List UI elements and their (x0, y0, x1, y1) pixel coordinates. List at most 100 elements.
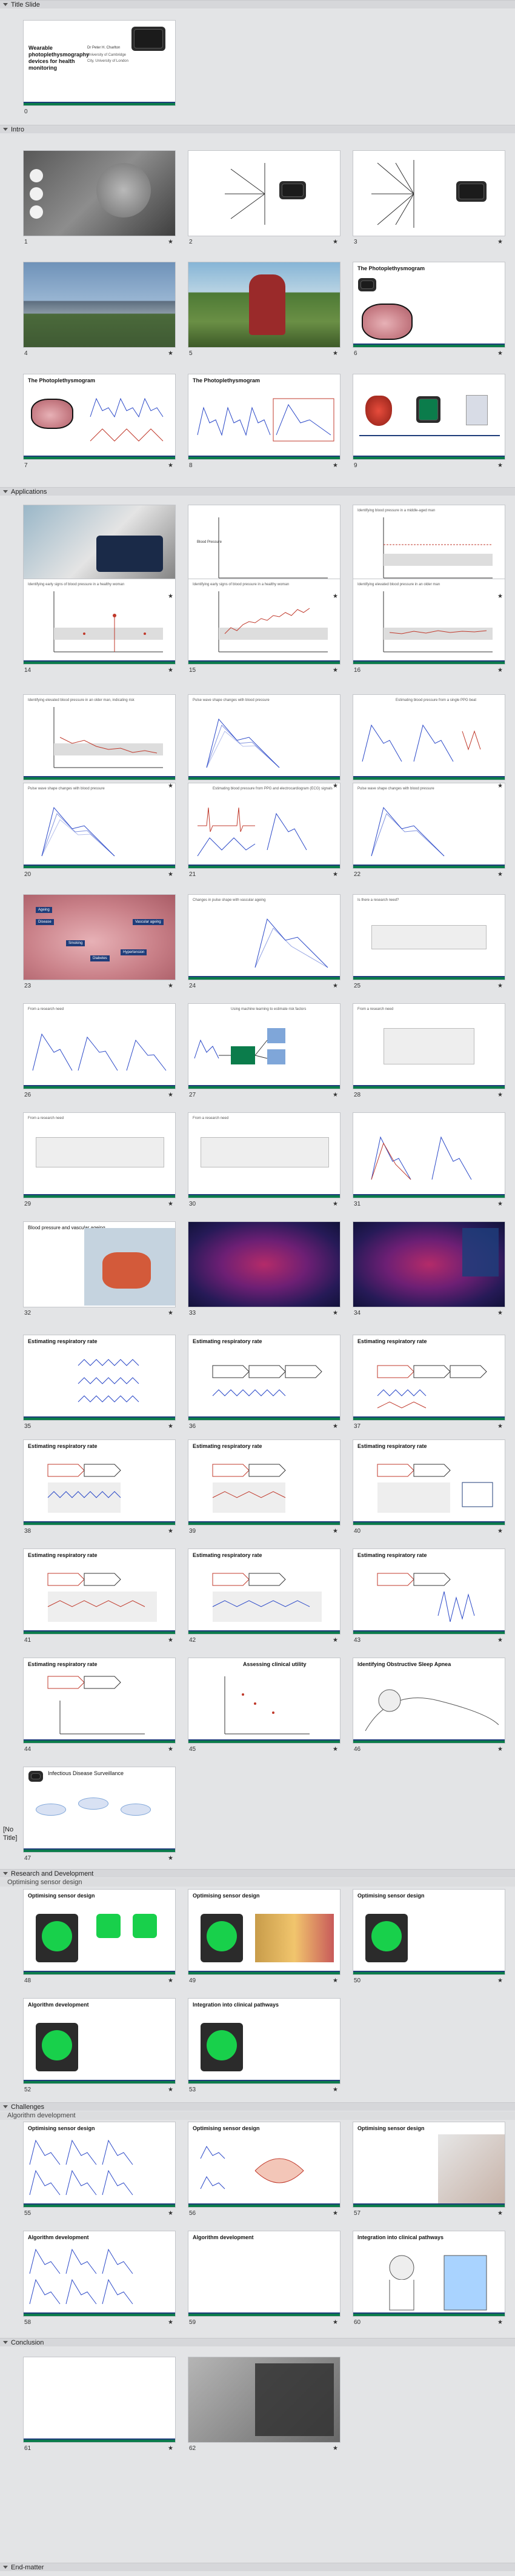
slide-thumbnail[interactable]: From a research need (23, 1003, 176, 1089)
ppg-waveform-grid (29, 2139, 133, 2196)
slide-thumbnail[interactable] (188, 150, 341, 236)
scatter-plot (224, 1676, 310, 1734)
slide-thumbnail[interactable] (188, 1221, 341, 1307)
slide-thumbnail[interactable]: Estimating respiratory rate (23, 1658, 176, 1744)
slide-thumbnail[interactable]: Identifying early signs of blood pressur… (188, 579, 341, 665)
slide-thumbnail[interactable]: Wearable photoplethysmography devices fo… (23, 20, 176, 106)
slide-thumbnail[interactable]: The Photoplethysmogram (188, 374, 341, 460)
slide-thumbnail[interactable]: Estimating respiratory rate (188, 1549, 341, 1635)
slide-number: 3 (354, 239, 357, 245)
section-header-intro[interactable]: Intro (0, 125, 515, 133)
animation-star-icon: ★ (333, 350, 338, 357)
slide-thumbnail[interactable]: Identifying blood pressure in a middle-a… (353, 505, 505, 591)
slide-thumbnail[interactable]: Algorithm development (23, 2231, 176, 2317)
slide-thumbnail[interactable]: Optimising sensor design (188, 2122, 341, 2208)
slide-thumbnail[interactable]: Ageing Disease Vascular ageing Smoking D… (23, 894, 176, 980)
slide-thumbnail[interactable]: The Photoplethysmogram (353, 262, 505, 348)
animation-star-icon: ★ (168, 2210, 173, 2217)
slide-thumbnail[interactable]: Optimising sensor design (23, 2122, 176, 2208)
section-header-title-slide[interactable]: Title Slide (0, 0, 515, 8)
slide-thumbnail[interactable]: Estimating respiratory rate (353, 1335, 505, 1421)
animation-star-icon: ★ (333, 1310, 338, 1316)
animation-star-icon: ★ (497, 1092, 503, 1098)
slide-number: 31 (354, 1201, 361, 1207)
section-header-conclusion[interactable]: Conclusion (0, 2338, 515, 2346)
slide-thumbnail[interactable]: Blood pressure and vascular ageing (23, 1221, 176, 1307)
slide-thumbnail[interactable]: Optimising sensor design (353, 2122, 505, 2208)
slide-thumbnail[interactable]: Estimating respiratory rate (23, 1439, 176, 1525)
smartwatch-image (456, 181, 487, 202)
slide-thumbnail[interactable] (188, 2357, 341, 2443)
tag-label: Disease (36, 919, 54, 925)
animation-star-icon: ★ (333, 667, 338, 674)
slide-thumbnail[interactable] (353, 1112, 505, 1198)
round-badge (30, 169, 43, 182)
subsection-header[interactable]: Optimising sensor design (0, 1878, 515, 1887)
slide-thumbnail[interactable]: Changes in pulse shape with vascular age… (188, 894, 341, 980)
animation-star-icon: ★ (168, 1855, 173, 1862)
slide-thumbnail[interactable]: Identifying elevated blood pressure in a… (353, 579, 505, 665)
slide-thumbnail[interactable]: Is there a research need? (353, 894, 505, 980)
algorithm-pipeline (377, 1573, 475, 1622)
sensor-icon (133, 1914, 157, 1938)
slide-thumbnail[interactable] (353, 374, 505, 460)
slide-thumbnail[interactable]: Estimating respiratory rate (188, 1335, 341, 1421)
slide-thumbnail[interactable]: Estimating blood pressure from a single … (353, 694, 505, 780)
slide-thumbnail[interactable]: Estimating respiratory rate (188, 1439, 341, 1525)
slide-thumbnail[interactable]: From a research need (353, 1003, 505, 1089)
slide-thumbnail[interactable] (23, 262, 176, 348)
slide-thumbnail[interactable]: From a research need (23, 1112, 176, 1198)
slide-number: 5 (189, 350, 193, 357)
ppg-waveform (371, 806, 445, 857)
slide-number: 49 (189, 1977, 196, 1984)
slide-number: 46 (354, 1746, 361, 1753)
subsection-header[interactable]: Algorithm development (0, 2111, 515, 2120)
slide-thumbnail[interactable]: Algorithm development (23, 1998, 176, 2084)
slide-thumbnail[interactable]: Algorithm development (188, 2231, 341, 2317)
slide-thumbnail[interactable]: Pulse wave shape changes with blood pres… (188, 694, 341, 780)
slide-thumbnail[interactable]: Blood Pressure (188, 505, 341, 591)
slide-number: 53 (189, 2086, 196, 2093)
slide-thumbnail[interactable]: Identifying elevated blood pressure in a… (23, 694, 176, 780)
section-header-applications[interactable]: Applications (0, 487, 515, 496)
slide-thumbnail[interactable]: Integration into clinical pathways (188, 1998, 341, 2084)
slide-thumbnail[interactable] (188, 262, 341, 348)
slide-thumbnail[interactable]: Using machine learning to estimate risk … (188, 1003, 341, 1089)
slide-thumbnail[interactable]: Infectious Disease Surveillance (23, 1767, 176, 1853)
slide-title: Optimising sensor design (28, 1893, 95, 1899)
tag-label: Diabetes (90, 955, 110, 961)
section-header-no-title[interactable]: [No Title] (0, 1825, 24, 1842)
slide-thumbnail[interactable] (353, 150, 505, 236)
slide-thumbnail[interactable] (23, 150, 176, 236)
slide-thumbnail[interactable]: Estimating blood pressure from PPG and e… (188, 783, 341, 869)
slide-thumbnail[interactable]: Pulse wave shape changes with blood pres… (353, 783, 505, 869)
slide-number: 42 (189, 1637, 196, 1644)
slide-thumbnail[interactable]: Identifying Obstructive Sleep Apnea (353, 1658, 505, 1744)
slide-thumbnail[interactable]: Identifying early signs of blood pressur… (23, 579, 176, 665)
slide-thumbnail[interactable]: Assessing clinical utility (188, 1658, 341, 1744)
slide-thumbnail[interactable]: Estimating respiratory rate (353, 1439, 505, 1525)
slide-thumbnail[interactable]: Optimising sensor design (188, 1889, 341, 1975)
slide-thumbnail[interactable]: From a research need (188, 1112, 341, 1198)
slide-thumbnail[interactable]: Integration into clinical pathways (353, 2231, 505, 2317)
slide-thumbnail[interactable]: Optimising sensor design (23, 1889, 176, 1975)
chevron-down-icon (3, 2341, 8, 2344)
slide-thumbnail[interactable]: Estimating respiratory rate (23, 1549, 176, 1635)
slide-thumbnail[interactable]: Estimating respiratory rate (23, 1335, 176, 1421)
bullet-box (201, 1137, 329, 1167)
animation-star-icon: ★ (333, 2086, 338, 2093)
section-header-challenges[interactable]: Challenges (0, 2102, 515, 2111)
slide-thumbnail[interactable]: Pulse wave shape changes with blood pres… (23, 783, 176, 869)
slide-thumbnail[interactable] (23, 2357, 176, 2443)
slide-title: From a research need (193, 1117, 229, 1120)
section-header-endmatter[interactable]: End-matter (0, 2563, 515, 2571)
slide-thumbnail[interactable]: Estimating respiratory rate (353, 1549, 505, 1635)
slide-thumbnail[interactable] (23, 505, 176, 591)
section-header-research[interactable]: Research and Development (0, 1869, 515, 1877)
slide-thumbnail[interactable]: The Photoplethysmogram (23, 374, 176, 460)
bullet-box (384, 1028, 474, 1064)
slide-number: 33 (189, 1310, 196, 1316)
slide-thumbnail[interactable]: Optimising sensor design (353, 1889, 505, 1975)
slide-thumbnail[interactable] (353, 1221, 505, 1307)
ppg-waveform-grid (29, 2248, 133, 2305)
